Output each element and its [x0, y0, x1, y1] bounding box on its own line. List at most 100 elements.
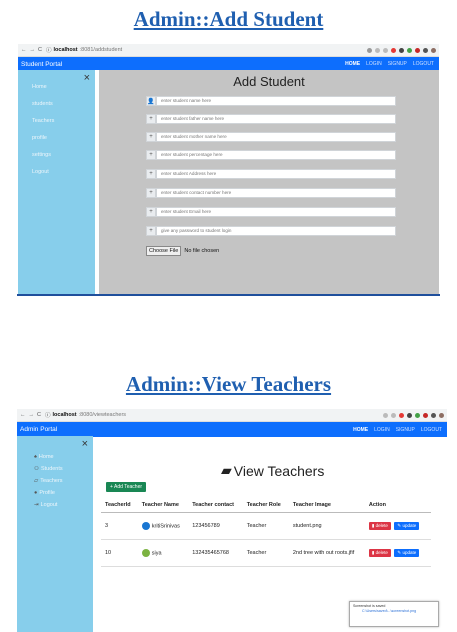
extension-icon[interactable] [415, 412, 420, 418]
file-status: No file chosen [184, 248, 220, 254]
pencil-icon: ✎ [397, 550, 402, 555]
forward-icon[interactable]: → [29, 412, 35, 418]
extension-icon[interactable] [423, 412, 428, 418]
sidebar-item-logout[interactable]: ⇥ Logout [34, 502, 57, 508]
add-teacher-button[interactable]: + Add Teacher [106, 482, 147, 492]
sidebar-item-students[interactable]: ⚇ Students [34, 466, 63, 472]
top-navbar: Admin Portal HOME LOGIN SIGNUP LOGOUT [17, 422, 447, 437]
father-name-row: + enter student father name here [146, 114, 396, 124]
address-input[interactable]: enter student Address here [156, 169, 396, 179]
nav-login[interactable]: LOGIN [366, 61, 382, 67]
nav-home[interactable]: HOME [353, 427, 368, 433]
puzzle-icon[interactable] [423, 47, 428, 53]
sidebar-item-teachers[interactable]: ▱ Teachers [34, 478, 63, 484]
sidebar-item-home[interactable]: ♠ Home [34, 454, 54, 460]
contact-row: + enter student contact number here [146, 188, 396, 198]
update-button[interactable]: ✎ update [394, 522, 420, 530]
extension-icon[interactable] [399, 412, 404, 418]
doc-heading-view-teachers: Admin::View Teachers [125, 372, 332, 396]
share-icon[interactable] [383, 412, 388, 418]
key-icon[interactable] [367, 47, 372, 53]
plus-icon: + [146, 207, 156, 217]
delete-button[interactable]: ▮ delete [368, 522, 391, 530]
cell-role: Teacher [242, 539, 289, 567]
user-icon: 👤 [146, 96, 156, 106]
back-icon[interactable]: ← [20, 412, 26, 418]
col-teacher-id: TeacherId [101, 498, 138, 513]
trash-icon: ▮ [371, 550, 375, 555]
nav-logout[interactable]: LOGOUT [421, 427, 442, 433]
contact-input[interactable]: enter student contact number here [156, 188, 396, 198]
browser-toolbar: ← → C ⓘ localhost:8080/viewteachers [17, 409, 447, 422]
sidebar-item-profile[interactable]: ● Profile [34, 490, 55, 496]
extension-icon[interactable] [415, 47, 420, 53]
extension-icon[interactable] [407, 47, 412, 53]
logout-icon: ⇥ [34, 502, 39, 508]
plus-icon: + [146, 188, 156, 198]
sidebar: × ♠ Home ⚇ Students ▱ Teachers ● Profile ⇥ Lo… [17, 436, 93, 632]
reload-icon[interactable]: C [38, 47, 42, 53]
extensions-bar [367, 47, 439, 53]
chalkboard-teacher-icon: ▰ [221, 462, 232, 478]
plus-icon: + [146, 132, 156, 142]
mother-name-row: + enter student mother name here [146, 132, 396, 142]
cell-image: student.png [288, 512, 365, 540]
table-header-row: TeacherId Teacher Name Teacher contact T… [101, 498, 431, 513]
plus-icon: + [146, 169, 156, 179]
sidebar-item-students[interactable]: students [32, 101, 53, 107]
sidebar-item-settings[interactable]: settings [32, 152, 51, 158]
cell-action: ▮ delete ✎ update [364, 512, 431, 540]
profile-avatar-icon[interactable] [439, 412, 444, 418]
nav-login[interactable]: LOGIN [374, 427, 390, 433]
home-icon: ♠ [34, 454, 37, 460]
pencil-icon: ✎ [397, 523, 402, 528]
reload-icon[interactable]: C [37, 412, 41, 418]
delete-button[interactable]: ▮ delete [368, 549, 391, 557]
back-icon[interactable]: ← [21, 47, 27, 53]
update-button[interactable]: ✎ update [394, 549, 420, 557]
tree-avatar-icon [141, 549, 150, 557]
student-name-row: 👤 enter student name here [146, 96, 396, 106]
navbar-brand[interactable]: Student Portal [18, 61, 62, 68]
extension-icon[interactable] [407, 412, 412, 418]
cell-contact: 132435465768 [188, 539, 243, 567]
student-name-input[interactable]: enter student name here [156, 96, 396, 106]
sidebar-item-home[interactable]: Home [32, 84, 47, 90]
extension-icon[interactable] [391, 47, 396, 53]
forward-icon[interactable]: → [30, 47, 36, 53]
mother-name-input[interactable]: enter student mother name here [156, 132, 396, 142]
share-icon[interactable] [375, 47, 380, 53]
address-bar[interactable]: ⓘ localhost:8080/viewteachers [45, 411, 126, 419]
navbar-brand[interactable]: Admin Portal [17, 426, 57, 433]
percentage-row: + enter student percentage here [146, 150, 396, 160]
father-name-input[interactable]: enter student father name here [156, 114, 396, 124]
cell-id: 3 [101, 512, 138, 540]
form-title: Add Student [233, 74, 305, 89]
email-input[interactable]: enter student Email here [156, 207, 396, 217]
col-teacher-role: Teacher Role [242, 498, 289, 513]
extension-icon[interactable] [399, 47, 404, 53]
sidebar-item-logout[interactable]: Logout [32, 169, 49, 175]
close-icon[interactable]: × [84, 72, 90, 84]
nav-signup[interactable]: SIGNUP [396, 427, 415, 433]
col-teacher-image: Teacher Image [288, 498, 365, 513]
user-avatar-icon [141, 522, 150, 530]
percentage-input[interactable]: enter student percentage here [156, 150, 396, 160]
star-icon[interactable] [391, 412, 396, 418]
star-icon[interactable] [383, 47, 388, 53]
nav-logout[interactable]: LOGOUT [413, 61, 434, 67]
table-row: 3 kritiSrinivas 123456789 Teacher studen… [101, 512, 431, 540]
profile-avatar-icon[interactable] [431, 47, 436, 53]
sidebar-item-profile[interactable]: profile [32, 135, 47, 141]
nav-home[interactable]: HOME [345, 61, 360, 67]
choose-file-button[interactable]: Choose File [146, 246, 182, 256]
nav-signup[interactable]: SIGNUP [388, 61, 407, 67]
puzzle-icon[interactable] [431, 412, 436, 418]
toast-detail: C:\Users\saved\...\screenshot.png [362, 609, 417, 613]
sidebar-item-teachers[interactable]: Teachers [32, 118, 54, 124]
address-bar[interactable]: ⓘ localhost:8081/addstudent [46, 46, 122, 54]
password-input[interactable]: give any password to student login [156, 226, 396, 236]
page-title: ▰ View Teachers [221, 462, 325, 479]
close-icon[interactable]: × [82, 438, 88, 450]
screenshot-saved-toast[interactable]: Screenshot is saved C:\Users\saved\...\s… [349, 601, 439, 627]
